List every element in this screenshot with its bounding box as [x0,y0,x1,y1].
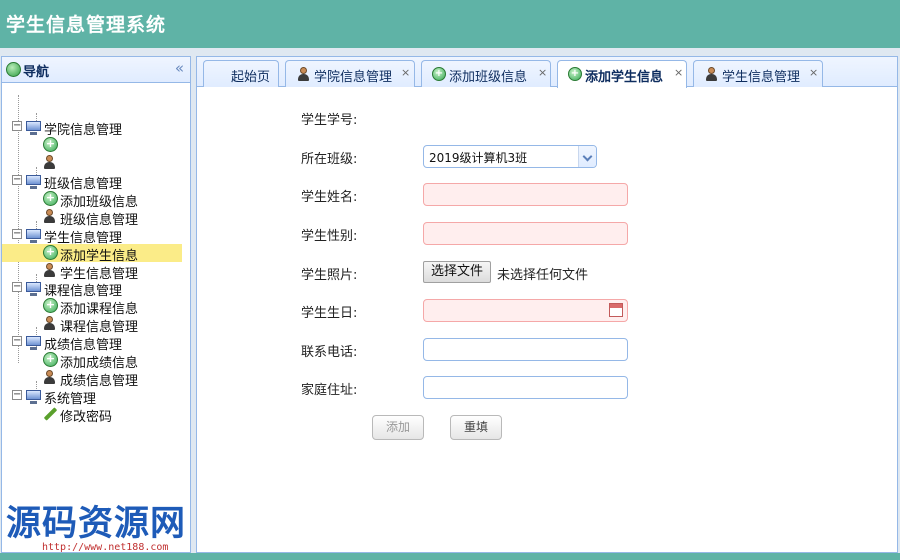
computer-icon [26,121,41,135]
tab-label: 起始页 [231,70,271,85]
calendar-icon[interactable] [609,303,623,317]
close-icon[interactable]: × [809,66,818,79]
close-icon[interactable]: × [538,66,547,79]
address-input[interactable] [423,376,628,399]
photo-label: 学生照片: [301,268,358,283]
class-select[interactable]: 2019级计算机3班 [423,145,597,168]
chevron-down-icon[interactable] [578,146,596,167]
collapse-toggle-icon[interactable]: − [12,282,22,292]
tab-strip: 起始页 学院信息管理 × + 添加班级信息 × + 添加学生信息 × 学生信息管… [197,57,897,88]
tree-leaf-student-add[interactable]: + 添加学生信息 [2,244,182,264]
globe-icon [6,62,21,77]
close-icon[interactable]: × [674,66,683,79]
nav-header: 导航 « [2,57,190,83]
tree-leaf-student-manage[interactable]: 学生信息管理 [2,262,190,282]
tab-label: 学生信息管理 [722,70,801,85]
phone-label: 联系电话: [301,345,358,360]
add-button[interactable]: 添加 [372,415,424,440]
collapse-toggle-icon[interactable]: − [12,175,22,185]
nav-title: 导航 [23,65,50,80]
tree-leaf-course-add[interactable]: + 添加课程信息 [2,297,190,317]
watermark-url: http://www.net188.com [42,542,169,553]
tree-node-system[interactable]: − 系统管理 [2,387,190,407]
tab-add-class[interactable]: + 添加班级信息 × [421,60,551,87]
collapse-toggle-icon[interactable]: − [12,336,22,346]
footer-bar [0,553,900,560]
add-icon: + [43,191,58,206]
student-id-label: 学生学号: [301,113,358,128]
tab-label: 添加班级信息 [449,70,528,85]
add-icon: + [43,352,58,367]
gender-label: 学生性别: [301,229,358,244]
tree-leaf-course-manage[interactable]: 课程信息管理 [2,315,190,335]
double-chevron-left-icon[interactable]: « [175,59,184,77]
address-label: 家庭住址: [301,383,358,398]
tab-home[interactable]: 起始页 [203,60,279,87]
birthday-label: 学生生日: [301,306,358,321]
computer-icon [26,336,41,350]
tree-leaf-college-add[interactable]: + [2,136,190,154]
tab-student-manage[interactable]: 学生信息管理 × [693,60,823,87]
tree-leaf-class-manage[interactable]: 班级信息管理 [2,208,190,228]
user-icon [42,209,57,224]
user-icon [704,67,718,81]
collapse-toggle-icon[interactable]: − [12,390,22,400]
computer-icon [26,282,41,296]
tab-college-manage[interactable]: 学院信息管理 × [285,60,415,87]
app-header: 学生信息管理系统 [0,0,900,48]
phone-input[interactable] [423,338,628,361]
tree-leaf-score-manage[interactable]: 成绩信息管理 [2,369,190,389]
reset-button[interactable]: 重填 [450,415,502,440]
choose-file-button[interactable]: 选择文件 [423,261,491,283]
tree-leaf-college-manage[interactable] [2,154,190,172]
add-icon: + [43,298,58,313]
user-icon [42,370,57,385]
add-icon: + [568,67,582,81]
add-icon: + [43,245,58,260]
watermark-logo: 源码资源网 [6,503,187,544]
computer-icon [26,390,41,404]
collapse-toggle-icon[interactable]: − [12,229,22,239]
collapse-toggle-icon[interactable]: − [12,121,22,131]
tab-label: 添加学生信息 [585,70,664,85]
tree-leaf-score-add[interactable]: + 添加成绩信息 [2,351,190,371]
user-icon [296,67,310,81]
tree-node-course[interactable]: − 课程信息管理 [2,279,190,299]
user-icon [42,316,57,331]
tree-leaf-change-password[interactable]: 修改密码 [2,405,190,425]
user-icon [42,155,57,170]
pencil-icon [42,406,58,421]
main-panel: 起始页 学院信息管理 × + 添加班级信息 × + 添加学生信息 × 学生信息管… [196,56,898,553]
gender-input[interactable] [423,222,628,245]
close-icon[interactable]: × [401,66,410,79]
name-label: 学生姓名: [301,190,358,205]
user-icon [42,263,57,278]
file-status-text: 未选择任何文件 [497,268,589,283]
tree-node-score[interactable]: − 成绩信息管理 [2,333,190,353]
birthday-input[interactable] [423,299,628,322]
tree-leaf-class-add[interactable]: + 添加班级信息 [2,190,190,210]
name-input[interactable] [423,183,628,206]
tree-node-student[interactable]: − 学生信息管理 [2,226,190,246]
class-label: 所在班级: [301,152,358,167]
tab-label: 学院信息管理 [314,70,393,85]
computer-icon [26,175,41,189]
class-select-value: 2019级计算机3班 [429,151,528,165]
tree-node-college[interactable]: − 学院信息管理 [2,118,190,138]
nav-panel: 导航 « − 学院信息管理 + − 班级信息管理 + 添加班级信息 班级信息管理… [1,56,191,553]
add-icon: + [432,67,446,81]
tree-node-class[interactable]: − 班级信息管理 [2,172,190,192]
computer-icon [26,229,41,243]
tab-add-student[interactable]: + 添加学生信息 × [557,60,687,88]
add-icon: + [43,137,58,152]
app-title: 学生信息管理系统 [6,14,167,36]
tree-leaf-label: 修改密码 [60,410,113,425]
